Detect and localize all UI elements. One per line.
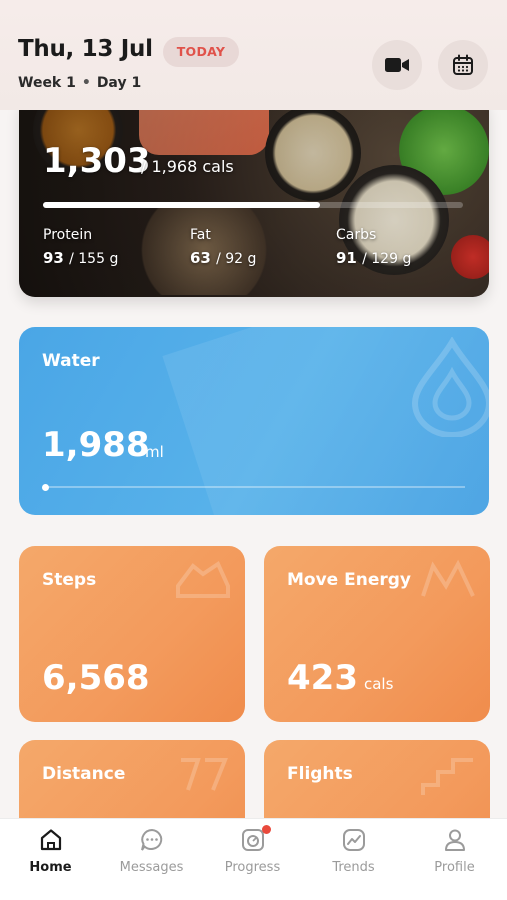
macro-label: Protein xyxy=(43,227,93,243)
calories-consumed: 1,303 xyxy=(43,141,151,181)
move-energy-card[interactable]: Move Energy 423 cals xyxy=(264,546,490,722)
video-button[interactable] xyxy=(372,40,422,90)
nav-label: Progress xyxy=(224,860,281,875)
macro-value: 63 xyxy=(190,249,211,267)
nav-progress[interactable]: Progress xyxy=(202,819,303,900)
trends-icon xyxy=(342,829,365,851)
steps-value: 6,568 xyxy=(42,658,150,698)
today-badge[interactable]: TODAY xyxy=(163,37,239,67)
water-progress-track xyxy=(43,486,465,488)
macro-protein: Protein 93 / 155 g xyxy=(43,227,118,267)
header: Thu, 13 Jul TODAY Week 1 • Day 1 xyxy=(0,0,507,110)
water-value: 1,988 xyxy=(42,425,150,465)
macro-label: Fat xyxy=(190,227,211,243)
nav-profile[interactable]: Profile xyxy=(404,819,505,900)
progress-notification-dot xyxy=(262,825,271,834)
video-camera-icon xyxy=(385,58,409,72)
calories-progress-fill xyxy=(43,202,321,208)
water-card[interactable]: Water 1,988 ml xyxy=(19,327,489,515)
week-day-label: Week 1 • Day 1 xyxy=(18,75,142,91)
profile-icon xyxy=(444,829,465,851)
nav-label: Home xyxy=(29,860,72,875)
nav-home[interactable]: Home xyxy=(0,819,101,900)
nav-label: Messages xyxy=(119,860,184,875)
nav-label: Profile xyxy=(434,860,475,875)
macro-goal: / 92 g xyxy=(216,251,257,267)
macro-label: Carbs xyxy=(336,227,377,243)
distance-title: Distance xyxy=(42,764,126,784)
calories-card[interactable]: 1,303 / 1,968 cals Protein 93 / 155 g Fa… xyxy=(19,95,489,297)
calories-progress-bar xyxy=(43,202,463,208)
date-title: Thu, 13 Jul xyxy=(18,36,153,62)
flights-title: Flights xyxy=(287,764,353,784)
week-label: Week 1 xyxy=(18,75,76,91)
move-energy-title: Move Energy xyxy=(287,570,412,590)
home-icon xyxy=(40,829,61,851)
distance-icon xyxy=(181,758,228,791)
calendar-button[interactable] xyxy=(438,40,488,90)
stairs-icon xyxy=(421,758,473,795)
calendar-icon xyxy=(453,54,473,75)
macro-value: 93 xyxy=(43,249,64,267)
shoe-icon xyxy=(176,561,230,598)
macro-goal: / 129 g xyxy=(362,251,412,267)
day-label: Day 1 xyxy=(96,75,142,91)
nav-trends[interactable]: Trends xyxy=(303,819,404,900)
water-drop-icon xyxy=(411,337,489,437)
move-energy-value: 423 cals xyxy=(287,658,394,698)
steps-title: Steps xyxy=(42,570,97,590)
water-unit: ml xyxy=(145,443,164,461)
nav-messages[interactable]: Messages xyxy=(101,819,202,900)
message-bubble-icon xyxy=(140,828,162,851)
macro-carbs: Carbs 91 / 129 g xyxy=(336,227,411,267)
macro-fat: Fat 63 / 92 g xyxy=(190,227,256,267)
bottom-nav: Home Messages Progress Trends Profile xyxy=(0,818,507,900)
macro-goal: / 155 g xyxy=(69,251,119,267)
move-energy-unit: cals xyxy=(363,675,394,693)
steps-card[interactable]: Steps 6,568 xyxy=(19,546,245,722)
calories-goal: / 1,968 cals xyxy=(141,157,234,176)
macro-value: 91 xyxy=(336,249,357,267)
water-title: Water xyxy=(42,351,100,371)
energy-icon xyxy=(421,559,475,597)
water-progress-dot[interactable] xyxy=(42,484,49,491)
nav-label: Trends xyxy=(332,860,375,875)
